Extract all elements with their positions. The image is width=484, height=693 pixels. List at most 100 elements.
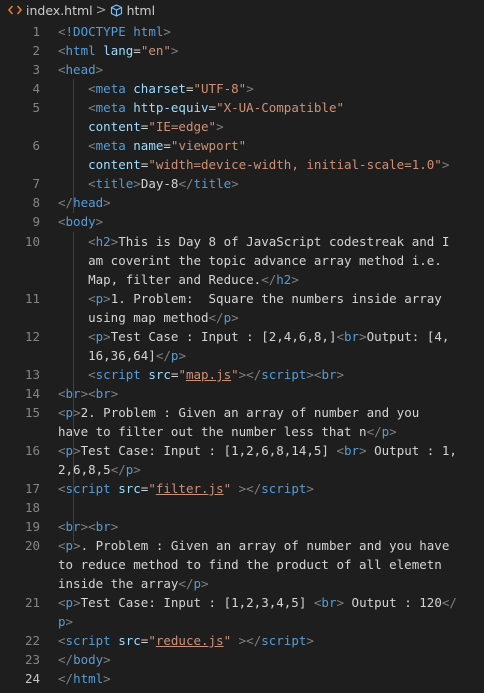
code-token: br [344, 329, 360, 344]
code-token: < [58, 538, 66, 553]
line-number: 20 [24, 538, 40, 553]
line-number: 8 [32, 195, 40, 210]
code-token: < [88, 329, 96, 344]
code-token: = [185, 81, 194, 96]
code-line: <title>Day-8</title> [58, 174, 472, 193]
code-token: > [306, 481, 314, 496]
code-token: "en" [140, 43, 171, 58]
code-line: Map, filter and Reduce.</h2> [58, 270, 472, 289]
code-line: 16,36,64]</p> [58, 346, 472, 365]
code-token: < [58, 43, 66, 58]
line-number: 5 [32, 100, 40, 115]
code-token: Day-8 [140, 176, 179, 191]
code-token: title [193, 176, 232, 191]
line-number: 12 [24, 329, 40, 344]
code-token: p [58, 614, 66, 629]
code-line: <html lang="en"> [58, 41, 472, 60]
code-token: p [65, 443, 74, 458]
code-token: > [336, 595, 352, 610]
code-token: >< [306, 367, 322, 382]
code-line: 2,6,8,5</p> [58, 460, 472, 479]
code-token: br [95, 519, 111, 534]
code-token: charset [133, 81, 186, 96]
breadcrumb-file[interactable]: index.html [26, 3, 93, 18]
code-token: > [216, 119, 224, 134]
code-token: >< [80, 386, 96, 401]
line-number: 19 [24, 519, 40, 534]
line-number: 13 [24, 367, 40, 382]
code-line: <head> [58, 60, 472, 79]
line-number: 2 [32, 43, 40, 58]
breadcrumb-symbol[interactable]: html [127, 3, 155, 18]
code-token: </ [58, 671, 74, 686]
line-number: 15 [24, 405, 40, 420]
code-line: <br><br> [58, 384, 472, 403]
code-token: head [73, 195, 104, 210]
code-token: http-equiv [133, 100, 209, 115]
code-token: p [65, 405, 74, 420]
code-token: > [359, 443, 375, 458]
code-token: script [65, 633, 119, 648]
code-token: meta [95, 81, 134, 96]
code-token: > [246, 81, 254, 96]
code-token: title [95, 176, 134, 191]
code-token: > [73, 443, 81, 458]
code-line: <meta name="viewport" [58, 136, 472, 155]
code-token: > [359, 329, 367, 344]
code-token: Map, filter and Reduce. [58, 272, 262, 287]
code-token: p [65, 595, 74, 610]
code-token: Output: [4, [366, 329, 450, 344]
code-token: < [88, 234, 96, 249]
code-token: src [118, 481, 141, 496]
code-token: < [58, 62, 66, 77]
code-token: filter.js [155, 481, 224, 496]
code-token: Test Case: Input : [1,2,3,4,5] [80, 595, 314, 610]
code-token: head [65, 62, 96, 77]
code-token: This is Day 8 of JavaScript codestreak a… [118, 234, 450, 249]
code-token: </ [58, 195, 74, 210]
code-token: p [65, 538, 74, 553]
line-number: 17 [24, 481, 40, 496]
line-number: 11 [24, 291, 40, 306]
line-number: 3 [32, 62, 40, 77]
code-token: Test Case: Input : [1,2,6,8,14,5] [80, 443, 337, 458]
code-token: </ [58, 652, 74, 667]
code-token: >< [80, 519, 96, 534]
code-token: < [88, 100, 96, 115]
code-token: " [231, 367, 239, 382]
code-token: br [321, 367, 337, 382]
code-line: have to filter out the number less that … [58, 422, 472, 441]
code-token: "IE=edge" [148, 119, 217, 134]
line-number: 14 [24, 386, 40, 401]
code-line: <p>2. Problem : Given an array of number… [58, 403, 472, 422]
code-token: br [65, 519, 81, 534]
code-token: map.js [185, 367, 232, 382]
code-line: </html> [58, 669, 472, 688]
code-token: < [336, 443, 344, 458]
line-number: 1 [32, 24, 40, 39]
code-token: > [201, 576, 209, 591]
code-token: " [148, 481, 156, 496]
code-token: > [110, 519, 119, 534]
code-token: > [103, 291, 111, 306]
code-token: > [65, 614, 74, 629]
code-token: < [88, 291, 96, 306]
code-token: > [441, 157, 450, 172]
code-token: "UTF-8" [193, 81, 247, 96]
code-token: < [58, 443, 66, 458]
code-token: br [65, 386, 81, 401]
code-token: < [58, 405, 66, 420]
line-number: 9 [32, 214, 40, 229]
code-line: using map method</p> [58, 308, 472, 327]
code-line: <p>Test Case: Input : [1,2,3,4,5] <br> O… [58, 593, 472, 612]
code-line: <body> [58, 212, 472, 231]
code-editor[interactable]: 1 2 3 4 5 6 7 8 9 10 11 12 13 14 15 16 17 18 19 20 21 22 23 24 <… [0, 20, 484, 693]
code-token: </ [261, 272, 277, 287]
